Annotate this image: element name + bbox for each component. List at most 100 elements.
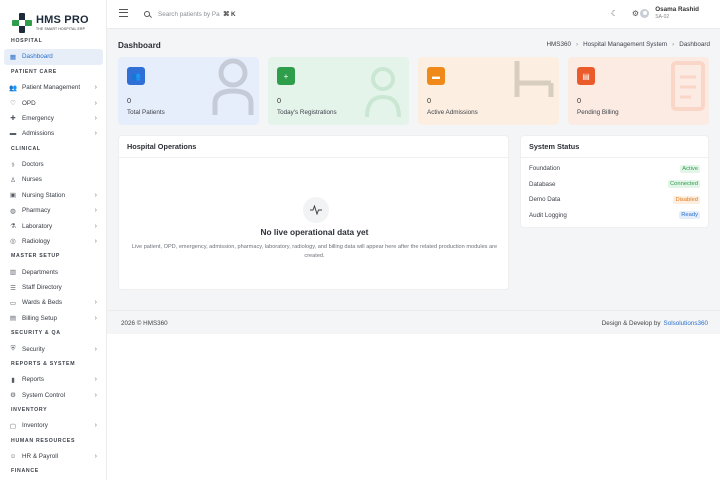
status-row: Foundation Active [521, 161, 708, 177]
chevron-right-icon: › [94, 345, 97, 353]
logo[interactable]: HMS PRO THE SMART HOSPITAL ERP [12, 10, 89, 36]
directory-icon: ☰ [10, 284, 16, 292]
status-label: Database [529, 180, 556, 188]
sidebar-item-label: Patient Management [22, 84, 81, 92]
chevron-right-icon: › [94, 130, 97, 138]
footer-copyright: 2026 © HMS360 [121, 320, 168, 327]
sidebar-item-nurses[interactable]: ♙ Nurses [0, 172, 106, 187]
stat-card-pending-billing[interactable]: ▤ 0 Pending Billing [568, 57, 709, 125]
sidebar-item-nursing-station[interactable]: ▣ Nursing Station › [0, 188, 106, 203]
grid-icon: ▦ [9, 53, 17, 61]
panel-title: Hospital Operations [119, 136, 508, 158]
flask-icon: ⚗ [10, 223, 16, 231]
status-label: Demo Data [529, 196, 561, 204]
chevron-right-icon: › [94, 114, 97, 122]
breadcrumb-separator-icon: › [575, 41, 579, 48]
menu-toggle-icon[interactable] [119, 9, 128, 17]
sidebar-item-label: Nurses [22, 176, 42, 184]
stat-label: Total Patients [127, 109, 165, 116]
status-badge: Active [680, 164, 700, 173]
sidebar-item-security[interactable]: ⛨ Security › [0, 341, 106, 356]
sidebar-item-label: Admissions [22, 130, 55, 138]
status-row: Audit Logging Ready [521, 208, 708, 224]
radiology-icon: ◎ [10, 238, 16, 246]
empty-state-title: No live operational data yet [260, 227, 369, 237]
sidebar-item-patient-management[interactable]: 👥 Patient Management › [0, 80, 106, 95]
sidebar-item-label: Security [22, 345, 45, 353]
stat-card-todays-registrations[interactable]: + 0 Today's Registrations [268, 57, 409, 125]
search-input[interactable] [158, 10, 220, 18]
status-row: Demo Data Disabled [521, 192, 708, 208]
stat-value: 0 [427, 96, 432, 105]
sidebar-section-label: MASTER SETUP [11, 253, 61, 260]
brand-title: HMS PRO [36, 14, 89, 26]
hr-icon: ☺ [9, 452, 17, 460]
stat-card-total-patients[interactable]: 👥 0 Total Patients [118, 57, 259, 125]
user-id: SA-02 [655, 14, 670, 20]
breadcrumb-item[interactable]: Hospital Management System [583, 41, 667, 48]
users-watermark-icon [212, 58, 254, 115]
page-blank-area [107, 334, 720, 480]
search-box[interactable]: ⌘ K [137, 5, 245, 23]
stat-value: 0 [127, 96, 132, 105]
chevron-right-icon: › [94, 222, 97, 230]
sidebar-item-hr-payroll[interactable]: ☺ HR & Payroll › [0, 449, 106, 464]
sidebar-item-wards-beds[interactable]: ▭ Wards & Beds › [0, 295, 106, 310]
sidebar-item-label: Radiology [22, 237, 51, 245]
topbar: ⌘ K ☾ ⚙ Osama Rashid SA-02 [107, 0, 720, 29]
sidebar: HMS PRO THE SMART HOSPITAL ERP HOSPITAL ▦… [0, 0, 107, 480]
sidebar-item-staff-directory[interactable]: ☰ Staff Directory [0, 280, 106, 295]
sidebar-item-label: Pharmacy [22, 207, 51, 215]
stat-label: Pending Billing [577, 109, 619, 116]
sidebar-item-system-control[interactable]: ⚙ System Control › [0, 387, 106, 402]
bed-icon: ▬ [427, 67, 445, 85]
sidebar-item-radiology[interactable]: ◎ Radiology › [0, 234, 106, 249]
sidebar-item-admissions[interactable]: ▬ Admissions › [0, 126, 106, 141]
invoice-icon: ▤ [577, 67, 595, 85]
sidebar-item-dashboard[interactable]: ▦ Dashboard [4, 49, 103, 65]
sidebar-section-label: INVENTORY [11, 406, 48, 413]
search-icon [144, 11, 150, 17]
sidebar-item-label: OPD [22, 99, 36, 107]
sidebar-item-label: HR & Payroll [22, 452, 59, 460]
sidebar-item-laboratory[interactable]: ⚗ Laboratory › [0, 218, 106, 233]
sidebar-item-inventory[interactable]: ▢ Inventory › [0, 418, 106, 433]
sidebar-section-label: PATIENT CARE [11, 68, 57, 75]
chevron-right-icon: › [94, 207, 97, 215]
station-icon: ▣ [9, 192, 17, 200]
sidebar-item-emergency[interactable]: ✚ Emergency › [0, 111, 106, 126]
hospital-operations-panel: Hospital Operations No live operational … [118, 135, 509, 290]
user-add-icon: + [277, 67, 295, 85]
chevron-right-icon: › [94, 391, 97, 399]
sidebar-item-label: Billing Setup [22, 314, 58, 322]
stat-cards: 👥 0 Total Patients + 0 Today's Registrat… [118, 57, 709, 125]
user-menu[interactable]: Osama Rashid SA-02 [640, 6, 699, 21]
sidebar-item-billing-setup[interactable]: ▤ Billing Setup › [0, 311, 106, 326]
sidebar-item-label: Doctors [22, 161, 44, 169]
dark-mode-icon[interactable]: ☾ [610, 9, 619, 18]
sidebar-item-label: Wards & Beds [22, 299, 63, 307]
settings-icon[interactable]: ⚙ [631, 9, 640, 18]
chart-icon: ▮ [11, 376, 15, 384]
sidebar-item-label: Laboratory [22, 222, 53, 230]
breadcrumb-item[interactable]: HMS360 [546, 41, 571, 48]
sidebar-item-label: Inventory [22, 422, 48, 430]
stat-label: Active Admissions [427, 109, 478, 116]
sidebar-item-opd[interactable]: ♡ OPD › [0, 95, 106, 110]
chevron-right-icon: › [94, 452, 97, 460]
sidebar-item-label: Emergency [22, 114, 54, 122]
sidebar-item-reports[interactable]: ▮ Reports › [0, 372, 106, 387]
footer-credit-link[interactable]: Solsolutions360 [664, 320, 708, 327]
breadcrumb: HMS360 › Hospital Management System › Da… [546, 41, 710, 48]
sidebar-item-departments[interactable]: ▥ Departments [0, 264, 106, 279]
sidebar-item-doctors[interactable]: ⚕ Doctors [0, 157, 106, 172]
chevron-right-icon: › [94, 99, 97, 107]
activity-icon [303, 197, 329, 223]
status-badge: Connected [667, 180, 700, 189]
stat-label: Today's Registrations [277, 109, 337, 116]
stat-card-active-admissions[interactable]: ▬ 0 Active Admissions [418, 57, 559, 125]
sidebar-item-pharmacy[interactable]: ◍ Pharmacy › [0, 203, 106, 218]
pill-icon: ◍ [10, 207, 16, 215]
system-status-panel: System Status Foundation Active Database Co… [520, 135, 709, 228]
breadcrumb-item: Dashboard [679, 41, 710, 48]
